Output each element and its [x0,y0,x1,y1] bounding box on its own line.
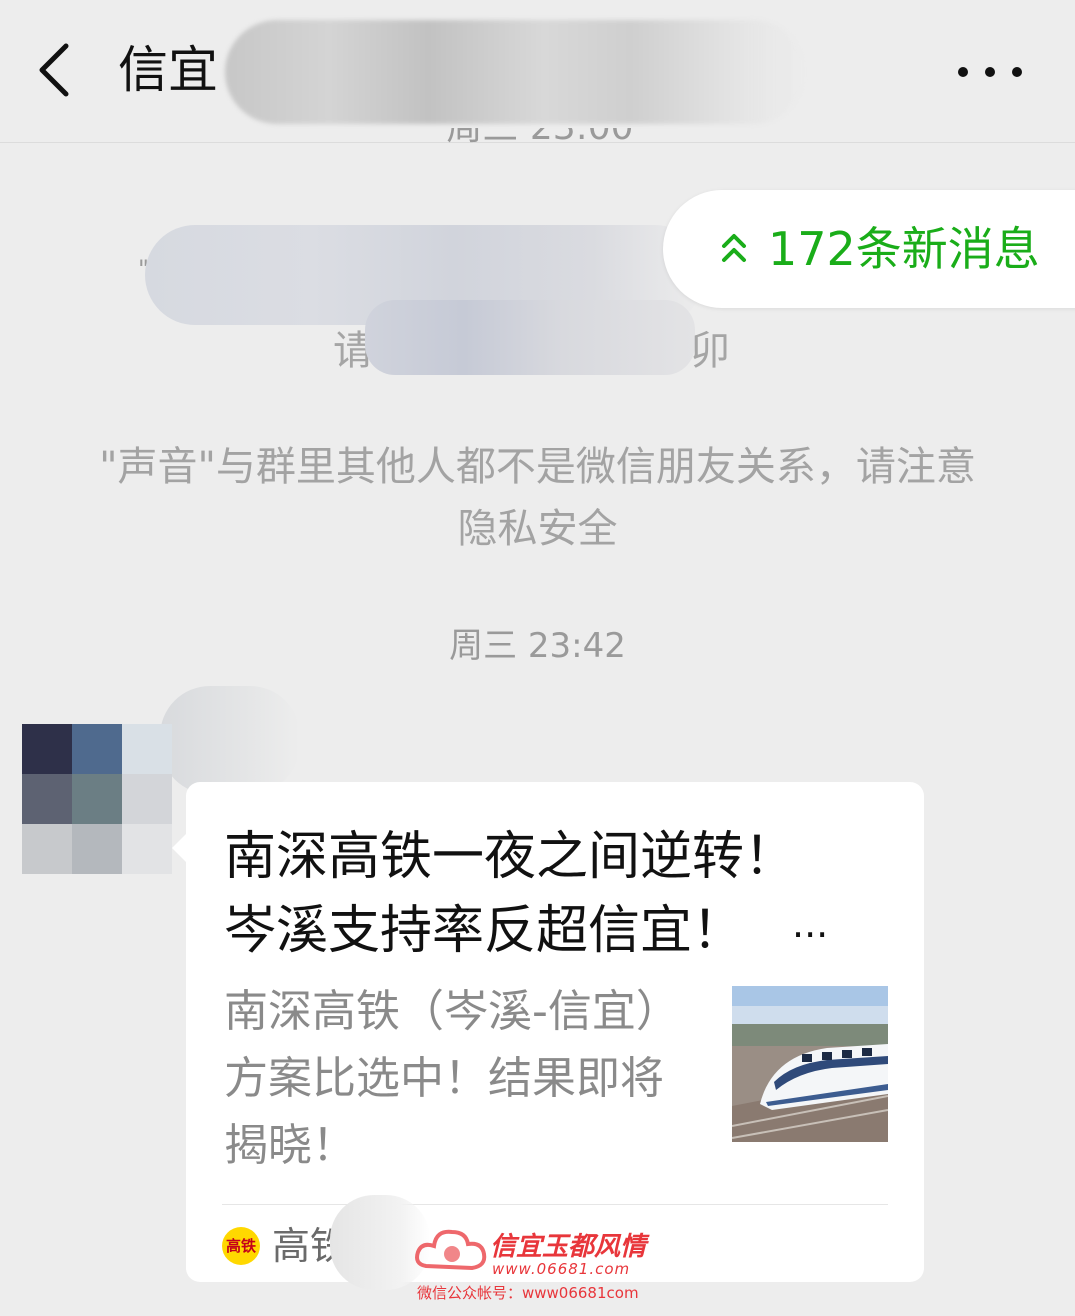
back-arrow-icon[interactable] [30,38,80,102]
redacted-notice-fragment: 卯 [690,328,730,374]
top-navigation-bar: 信宜 [0,0,1075,143]
cloud-logo-icon [415,1229,487,1271]
watermark-url: www.06681.com [492,1260,631,1278]
shared-article-card[interactable]: 南深高铁一夜之间逆转！岑溪支持率反超信宜！ ... 南深高铁（岑溪-信宜）方案比… [172,782,924,1282]
watermark-account: 微信公众帐号：www06681com [417,1284,639,1302]
redacted-sender-blur [160,686,300,794]
chat-title: 信宜 [118,41,218,99]
more-options-icon[interactable] [958,55,1022,89]
privacy-notice: "声音"与群里其他人都不是微信朋友关系，请注意隐私安全 [99,444,976,552]
previous-timestamp: 周三 23:00 [440,128,640,154]
card-divider [222,1204,888,1205]
message-timestamp: 周三 23:42 [449,626,626,666]
watermark-brand: 信宜玉都风情 [490,1232,647,1262]
new-messages-button[interactable]: 172条新消息 [663,190,1075,308]
bubble-tail [172,834,186,862]
redacted-title-blur [225,20,805,124]
article-thumbnail [732,986,888,1142]
redacted-notice-blur [365,300,695,375]
source-account-avatar: 高铁 [222,1227,260,1265]
avatar[interactable] [22,724,172,874]
article-title-ellipsis: ... [792,902,829,946]
article-title: 南深高铁一夜之间逆转！岑溪支持率反超信宜！ [224,827,797,961]
article-description: 南深高铁（岑溪-信宜）方案比选中！结果即将揭晓！ [224,986,680,1171]
double-chevron-up-icon [722,234,746,262]
watermark: 信宜玉都风情 www.06681.com 微信公众帐号：www06681com [412,1222,692,1302]
new-messages-label: 172条新消息 [768,222,1040,276]
